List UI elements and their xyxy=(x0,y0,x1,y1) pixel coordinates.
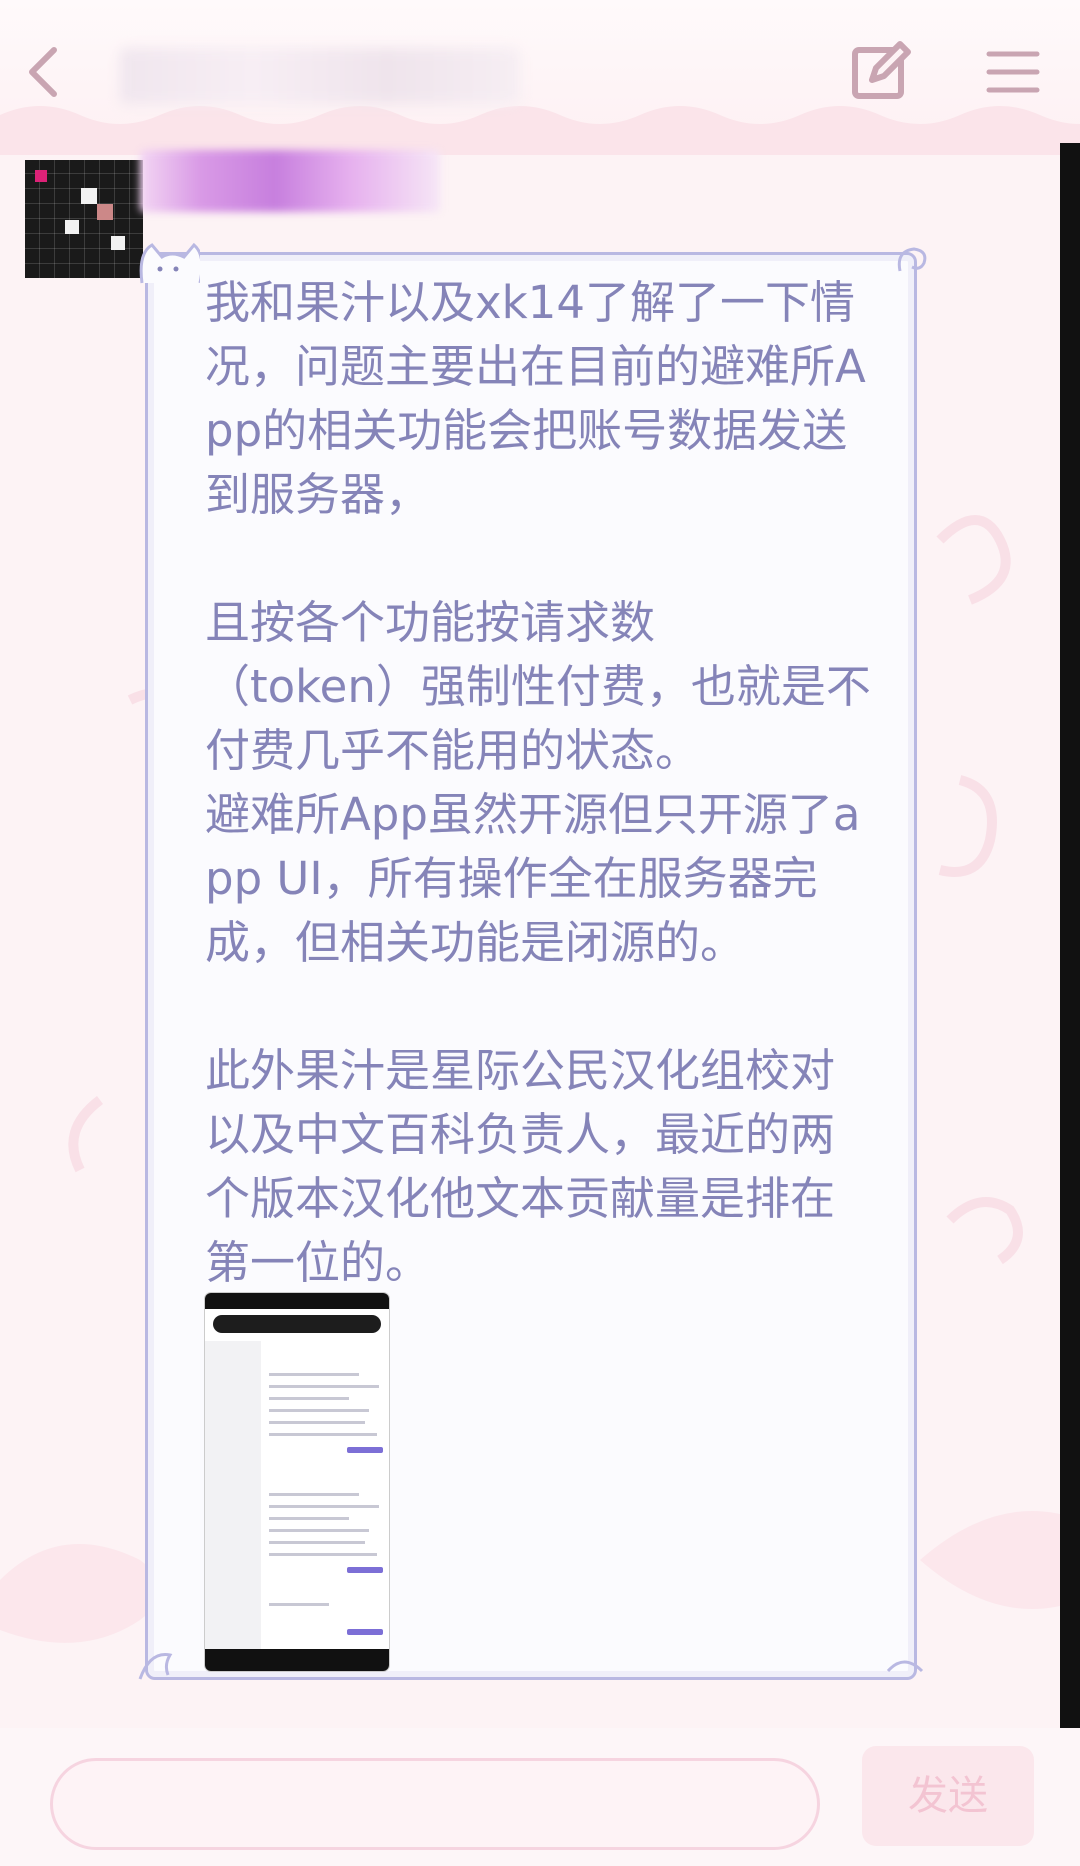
scrollbar[interactable] xyxy=(1060,143,1080,1728)
header-wave-decoration xyxy=(0,106,1080,155)
edit-button[interactable] xyxy=(850,40,912,102)
attached-screenshot[interactable] xyxy=(205,1293,389,1671)
send-button[interactable]: 发送 xyxy=(862,1746,1034,1846)
sender-avatar[interactable] xyxy=(25,160,143,278)
message-input[interactable] xyxy=(50,1758,820,1850)
chat-title-blurred xyxy=(120,48,520,104)
tail-decoration xyxy=(138,1653,173,1680)
sender-name-blurred xyxy=(140,150,440,212)
menu-button[interactable] xyxy=(985,48,1041,96)
paw-decoration xyxy=(886,1660,924,1673)
message-text: 我和果汁以及xk14了解了一下情况，问题主要出在目前的避难所App的相关功能会把… xyxy=(205,276,871,1289)
message-bubble[interactable]: 我和果汁以及xk14了解了一下情况，问题主要出在目前的避难所App的相关功能会把… xyxy=(138,242,927,1680)
hamburger-menu-icon xyxy=(986,51,1040,93)
cat-ears-decoration xyxy=(139,242,200,284)
swirl-decoration xyxy=(897,247,927,272)
edit-square-icon xyxy=(852,41,911,99)
chevron-left-icon xyxy=(29,47,57,97)
back-button[interactable] xyxy=(22,42,72,102)
